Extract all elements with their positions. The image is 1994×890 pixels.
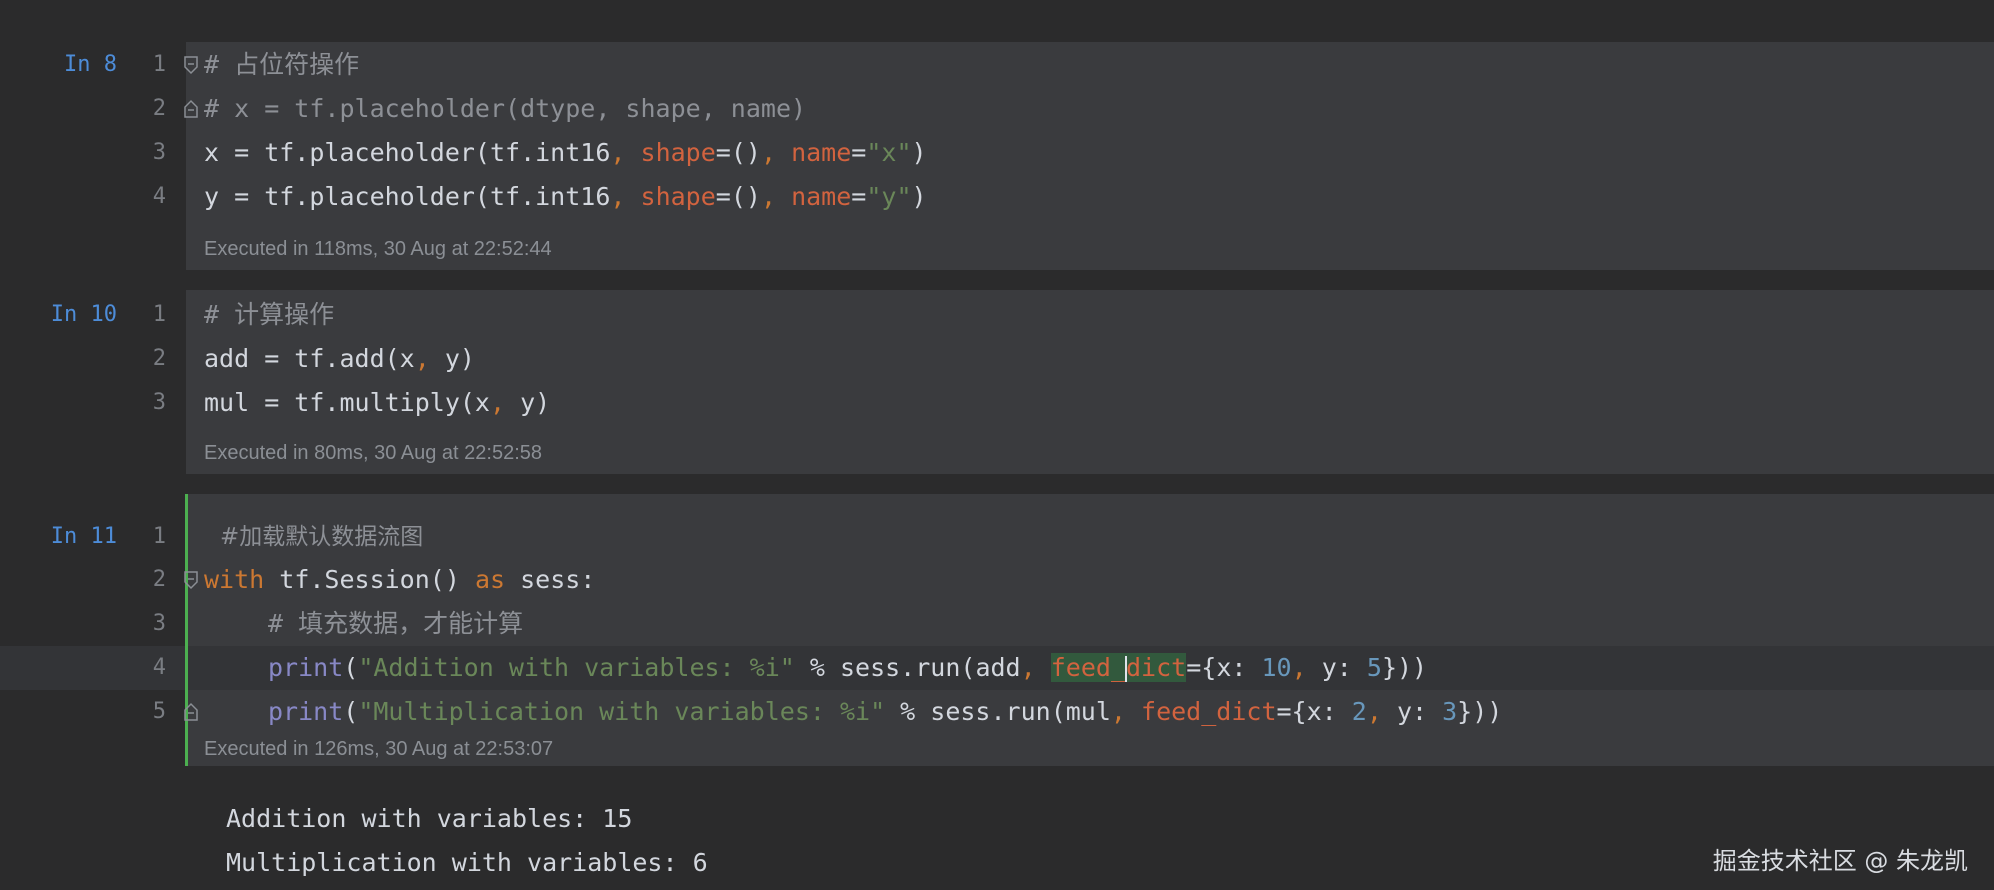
line-number: 1 <box>152 524 166 549</box>
execution-info: Executed in 126ms, 30 Aug at 22:53:07 <box>204 738 554 760</box>
execution-info: Executed in 80ms, 30 Aug at 22:52:58 <box>204 442 543 464</box>
fold-icon[interactable] <box>183 570 199 590</box>
code-line[interactable]: 2 add = tf.add(x, y) <box>0 337 1994 381</box>
identifier-highlight: feed_dict <box>1050 653 1187 682</box>
code-line[interactable]: 5 print("Multiplication with variables: … <box>0 690 1994 734</box>
code-line[interactable]: 1 #加载默认数据流图 <box>0 515 1994 559</box>
notebook-cell-10[interactable]: In 10 1 # 计算操作 2 add = tf.add(x, y) 3 mu… <box>0 290 1994 474</box>
line-number: 3 <box>152 390 166 415</box>
code-line[interactable]: 3 # 填充数据，才能计算 <box>0 602 1994 646</box>
line-number: 4 <box>152 655 166 680</box>
watermark: 掘金技术社区 @ 朱龙凯 <box>1712 847 1968 875</box>
line-number: 5 <box>152 699 166 724</box>
code-text: x = tf.placeholder(tf.int16, shape=(), n… <box>204 138 927 167</box>
code-line[interactable]: 3 x = tf.placeholder(tf.int16, shape=(),… <box>0 131 1994 175</box>
line-number: 3 <box>152 611 166 636</box>
code-text: mul = tf.multiply(x, y) <box>204 388 551 417</box>
code-line[interactable]: 4 y = tf.placeholder(tf.int16, shape=(),… <box>0 175 1994 219</box>
code-comment: # 计算操作 <box>204 300 335 329</box>
code-text: print("Addition with variables: %i" % se… <box>268 653 1428 682</box>
fold-end-icon[interactable] <box>183 99 199 119</box>
notebook-cell-8[interactable]: In 8 1 # 占位符操作 2 # x = tf.placeholder(dt… <box>0 42 1994 270</box>
fold-icon[interactable] <box>183 55 199 75</box>
line-number: 1 <box>152 52 166 77</box>
code-text: add = tf.add(x, y) <box>204 344 475 373</box>
code-line-current[interactable]: 4 print("Addition with variables: %i" % … <box>0 646 1994 690</box>
line-number: 2 <box>152 567 166 592</box>
notebook-cell-11[interactable]: In 11 1 #加载默认数据流图 2 with tf.Session() as… <box>0 494 1994 766</box>
code-text: y = tf.placeholder(tf.int16, shape=(), n… <box>204 182 927 211</box>
line-number: 4 <box>152 184 166 209</box>
cell-output-line: Multiplication with variables: 6 <box>226 848 708 877</box>
code-line[interactable]: 1 # 计算操作 <box>0 293 1994 337</box>
code-comment: # x = tf.placeholder(dtype, shape, name) <box>204 94 807 123</box>
code-text: print("Multiplication with variables: %i… <box>268 697 1503 726</box>
line-number: 2 <box>152 346 166 371</box>
cell-output-line: Addition with variables: 15 <box>226 804 633 833</box>
code-line[interactable]: 3 mul = tf.multiply(x, y) <box>0 381 1994 425</box>
code-comment: # 填充数据，才能计算 <box>268 609 524 638</box>
code-line[interactable]: 1 # 占位符操作 <box>0 43 1994 87</box>
fold-end-icon[interactable] <box>183 702 199 722</box>
code-comment: # 占位符操作 <box>204 50 360 79</box>
code-line[interactable]: 2 with tf.Session() as sess: <box>0 558 1994 602</box>
line-number: 1 <box>152 302 166 327</box>
line-number: 3 <box>152 140 166 165</box>
code-text: with tf.Session() as sess: <box>204 565 596 594</box>
execution-info: Executed in 118ms, 30 Aug at 22:52:44 <box>204 238 552 260</box>
line-number: 2 <box>152 96 166 121</box>
code-line[interactable]: 2 # x = tf.placeholder(dtype, shape, nam… <box>0 87 1994 131</box>
code-comment: #加载默认数据流图 <box>220 524 424 550</box>
